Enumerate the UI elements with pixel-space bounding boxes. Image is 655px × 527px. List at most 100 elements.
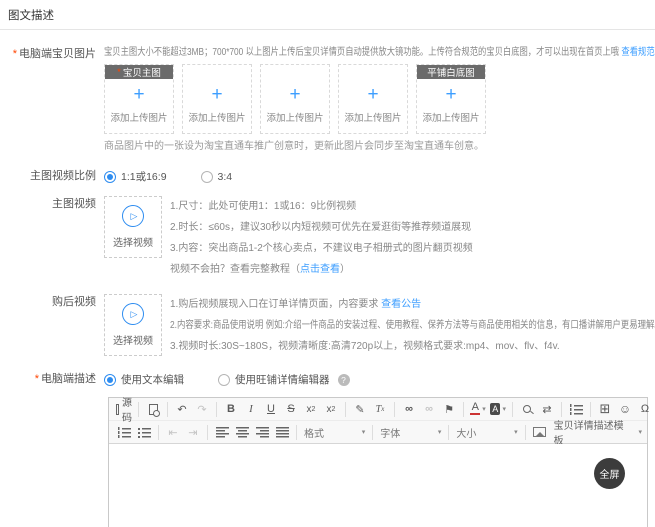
tip-line: 3.视频时长:30S~180S，视频清晰度:高清720p以上，视频格式要求:mp… — [170, 336, 655, 357]
preview-icon — [149, 404, 158, 415]
upload-box-main-image[interactable]: *宝贝主图 + 添加上传图片 — [104, 64, 174, 134]
play-icon: ▷ — [122, 303, 144, 325]
option-wangpu-editor[interactable]: 使用旺铺详情编辑器 — [218, 372, 330, 387]
align-center-button[interactable] — [234, 423, 250, 441]
align-center-icon — [236, 427, 249, 438]
toolbar-divider — [372, 425, 373, 440]
plus-icon: + — [445, 87, 456, 103]
toolbar-divider — [158, 425, 159, 440]
superscript-button[interactable]: x2 — [323, 400, 339, 418]
ratio-option-1-1-16-9[interactable]: 1:1或16:9 — [104, 169, 167, 184]
remove-format-button[interactable]: Tx — [372, 400, 388, 418]
required-asterisk: * — [13, 48, 17, 60]
tip-line: 2.内容要求:商品使用说明 例如:介绍一件商品的安装过程、使用教程、保养方法等与… — [170, 315, 655, 336]
upload-box-white-bg-image[interactable]: 平铺白底图 + 添加上传图片 — [416, 64, 486, 134]
redo-button[interactable]: ↷ — [194, 400, 210, 418]
main-video-tips: 1.尺寸：此处可使用1：1或16：9比例视频 2.时长：≤60s，建议30秒以内… — [170, 196, 473, 280]
subscript-button[interactable]: x2 — [303, 400, 319, 418]
upload-box-label: 添加上传图片 — [266, 110, 323, 124]
upload-box-4[interactable]: + 添加上传图片 — [338, 64, 408, 134]
paragraph-icon — [570, 404, 583, 415]
anchor-flag-button[interactable]: ⚑ — [441, 400, 457, 418]
indent-button[interactable]: ⇥ — [185, 423, 201, 441]
image-icon — [533, 427, 546, 437]
format-select[interactable]: 格式▾ — [301, 425, 368, 440]
toolbar-divider — [345, 402, 346, 417]
upload-box-2[interactable]: + 添加上传图片 — [182, 64, 252, 134]
radio-unselected-icon — [218, 374, 230, 386]
video-ratio-label: 主图视频比例 — [0, 168, 104, 184]
format-painter-button[interactable]: ✎ — [352, 400, 368, 418]
link-button[interactable]: ∞ — [401, 400, 417, 418]
upload-box-3[interactable]: + 添加上传图片 — [260, 64, 330, 134]
search-button[interactable] — [519, 400, 535, 418]
unordered-list-icon — [138, 427, 151, 438]
product-edit-page: 图文描述 *电脑端宝贝图片 宝贝主图大小不能超过3MB；700*700 以上图片… — [0, 0, 655, 527]
italic-button[interactable]: I — [243, 400, 259, 418]
chevron-down-icon: ▾ — [438, 428, 442, 436]
text-color-button[interactable]: A▾ — [470, 400, 486, 418]
tip-line-tutorial: 视频不会拍？查看完整教程（点击查看） — [170, 259, 473, 280]
chevron-down-icon: ▾ — [502, 405, 506, 413]
toolbar-divider — [448, 425, 449, 440]
fullscreen-button[interactable]: 全屏 — [594, 458, 625, 489]
preview-button[interactable] — [145, 400, 161, 418]
radio-unselected-icon — [201, 171, 213, 183]
outdent-button[interactable]: ⇤ — [165, 423, 181, 441]
product-images-note: 商品图片中的一张设为淘宝直通车推广创意时，更新此图片会同步至淘宝直通车创意。 — [104, 140, 655, 154]
upload-box-label: 添加上传图片 — [110, 110, 167, 124]
align-right-button[interactable] — [254, 423, 270, 441]
bg-color-icon: A — [490, 403, 500, 415]
table-button[interactable]: ⊞ — [597, 400, 613, 418]
unordered-list-button[interactable] — [136, 423, 152, 441]
toolbar-divider — [561, 402, 562, 417]
ordered-list-button[interactable] — [116, 423, 132, 441]
main-image-tag: *宝贝主图 — [105, 65, 173, 79]
align-left-button[interactable] — [214, 423, 230, 441]
text-color-icon: A — [470, 403, 480, 415]
ratio-option-3-4[interactable]: 3:4 — [201, 171, 233, 183]
undo-button[interactable]: ↶ — [174, 400, 190, 418]
row-post-purchase-video: 购后视频 ▷ 选择视频 1.购后视频展现入口在订单详情页面，内容要求 查看公告 … — [0, 294, 655, 357]
section-header: 图文描述 — [0, 0, 655, 30]
post-video-select-box[interactable]: ▷ 选择视频 — [104, 294, 162, 356]
option-text-editor[interactable]: 使用文本编辑 — [104, 372, 184, 387]
paragraph-button[interactable] — [568, 400, 584, 418]
upload-box-label: 添加上传图片 — [422, 110, 479, 124]
insert-image-button[interactable] — [532, 423, 548, 441]
toolbar-divider — [463, 402, 464, 417]
upload-box-label: 添加上传图片 — [344, 110, 401, 124]
plus-icon: + — [367, 87, 378, 103]
font-select[interactable]: 字体▾ — [377, 425, 444, 440]
announcement-link[interactable]: 查看公告 — [381, 299, 421, 310]
upload-box-label: 添加上传图片 — [188, 110, 245, 124]
chevron-down-icon: ▾ — [362, 428, 366, 436]
description-form: *电脑端宝贝图片 宝贝主图大小不能超过3MB；700*700 以上图片上传后宝贝… — [0, 30, 655, 527]
chevron-down-icon: ▾ — [482, 405, 486, 413]
editor-content-area[interactable]: 全屏 — [109, 444, 647, 527]
source-code-button[interactable]: 源码 — [116, 400, 132, 418]
pc-description-options: 使用文本编辑 使用旺铺详情编辑器 ? — [104, 371, 655, 387]
bold-button[interactable]: B — [223, 400, 239, 418]
toolbar-divider — [207, 425, 208, 440]
size-select[interactable]: 大小▾ — [453, 425, 520, 440]
editor-toolbar-row-2: ⇤ ⇥ 格式▾ 字体▾ 大小▾ 宝贝详情描述模板▾ — [109, 421, 647, 444]
main-video-select-box[interactable]: ▷ 选择视频 — [104, 196, 162, 258]
plus-icon: + — [133, 87, 144, 103]
bg-color-button[interactable]: A▾ — [490, 400, 506, 418]
select-video-label: 选择视频 — [113, 332, 153, 347]
unlink-button[interactable]: ∞ — [421, 400, 437, 418]
special-char-button[interactable]: Ω — [637, 400, 653, 418]
find-replace-button[interactable]: ⇄ — [539, 400, 555, 418]
ordered-list-icon — [118, 427, 131, 438]
align-justify-button[interactable] — [274, 423, 290, 441]
plus-icon: + — [211, 87, 222, 103]
strikethrough-button[interactable]: S — [283, 400, 299, 418]
tip-line: 2.时长：≤60s，建议30秒以内短视频可优先在爱逛街等推荐频道展现 — [170, 217, 473, 238]
underline-button[interactable]: U — [263, 400, 279, 418]
emoji-button[interactable]: ☺ — [617, 400, 633, 418]
help-icon[interactable]: ? — [338, 374, 350, 386]
view-spec-link[interactable]: 查看规范 — [621, 47, 654, 58]
template-select[interactable]: 宝贝详情描述模板▾ — [554, 417, 642, 447]
tutorial-link[interactable]: 点击查看 — [300, 264, 340, 275]
